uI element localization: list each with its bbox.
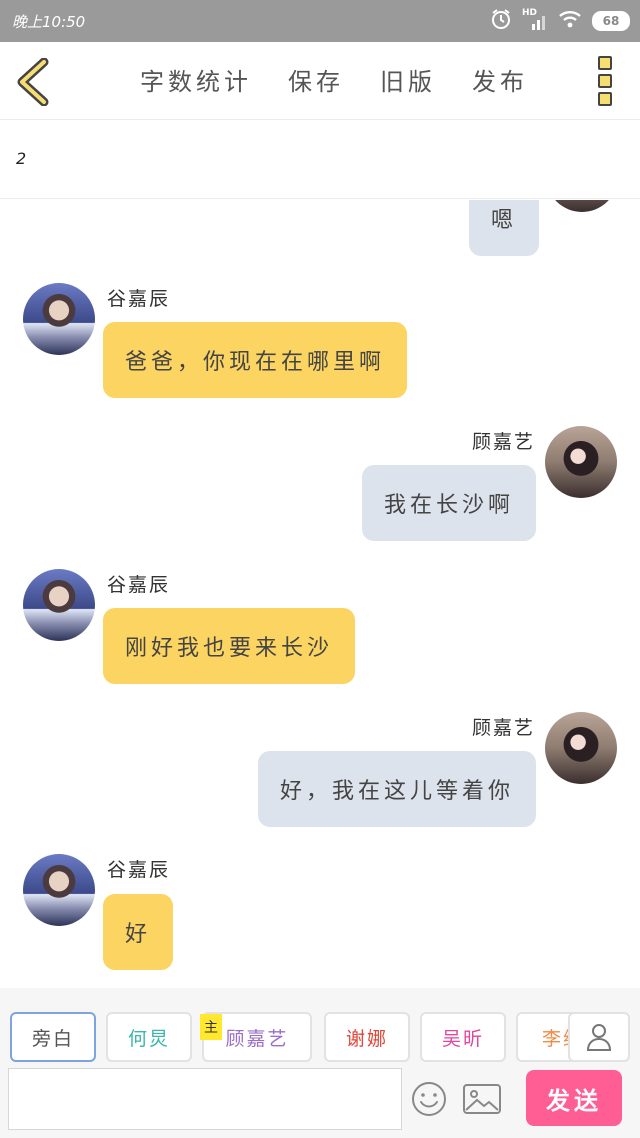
chat-area[interactable]: 嗯 谷嘉辰 爸爸，你现在在哪里啊 顾嘉艺 我在长沙啊 谷嘉辰 刚好我也要来长沙 … — [0, 200, 640, 988]
role-tab[interactable]: 吴昕 — [420, 1012, 506, 1062]
back-button[interactable] — [14, 57, 54, 107]
person-icon — [586, 1024, 612, 1051]
avatar-left[interactable] — [23, 283, 95, 355]
battery-indicator: 68 — [592, 11, 630, 31]
message-bubble[interactable]: 好 — [103, 894, 174, 970]
more-menu-icon[interactable] — [598, 56, 614, 106]
chapter-title: 2 — [16, 149, 27, 168]
status-bar: 晚上10:50 HD 68 — [0, 0, 640, 42]
sender-name: 顾嘉艺 — [471, 717, 535, 739]
avatar-left[interactable] — [23, 569, 95, 641]
top-nav: 字数统计 保存 旧版 发布 — [0, 42, 640, 120]
emoji-icon[interactable] — [410, 1080, 448, 1118]
status-time: 晚上10:50 — [12, 13, 86, 31]
avatar-left[interactable] — [23, 854, 95, 926]
sender-name: 顾嘉艺 — [471, 431, 535, 453]
send-button[interactable]: 发送 — [526, 1070, 622, 1126]
word-count-button[interactable]: 字数统计 — [140, 62, 252, 97]
avatar-right[interactable] — [546, 200, 618, 212]
sender-name: 谷嘉辰 — [107, 574, 171, 596]
more-dot — [598, 92, 612, 106]
publish-button[interactable]: 发布 — [472, 62, 528, 97]
role-tab-narrator[interactable]: 旁白 — [10, 1012, 96, 1062]
nav-actions: 字数统计 保存 旧版 发布 — [140, 62, 564, 97]
role-tab[interactable]: 何炅 — [106, 1012, 192, 1062]
more-dot — [598, 56, 612, 70]
old-version-button[interactable]: 旧版 — [380, 62, 436, 97]
image-icon[interactable] — [462, 1082, 502, 1116]
save-button[interactable]: 保存 — [288, 62, 344, 97]
back-arrow-icon — [17, 57, 49, 107]
message-bubble[interactable]: 我在长沙啊 — [361, 465, 536, 541]
status-icons: HD 68 — [490, 8, 630, 34]
avatar-right[interactable] — [545, 426, 617, 498]
more-dot — [598, 74, 612, 88]
wifi-icon — [558, 9, 582, 33]
message-input[interactable] — [8, 1068, 402, 1130]
main-role-badge: 主 — [200, 1014, 222, 1040]
message-bubble[interactable]: 好，我在这儿等着你 — [257, 751, 536, 827]
contact-button[interactable] — [568, 1012, 630, 1062]
sender-name: 谷嘉辰 — [107, 859, 171, 881]
avatar-right[interactable] — [545, 712, 617, 784]
title-row[interactable]: 2 — [0, 121, 640, 199]
message-bubble[interactable]: 嗯 — [469, 200, 540, 256]
role-tab[interactable]: 谢娜 — [324, 1012, 410, 1062]
input-bar: 发送 — [0, 1066, 640, 1138]
message-bubble[interactable]: 刚好我也要来长沙 — [103, 608, 356, 684]
message-bubble[interactable]: 爸爸，你现在在哪里啊 — [103, 322, 408, 398]
signal-icon: HD — [522, 8, 548, 32]
sender-name: 谷嘉辰 — [107, 288, 171, 310]
alarm-icon — [490, 8, 512, 34]
